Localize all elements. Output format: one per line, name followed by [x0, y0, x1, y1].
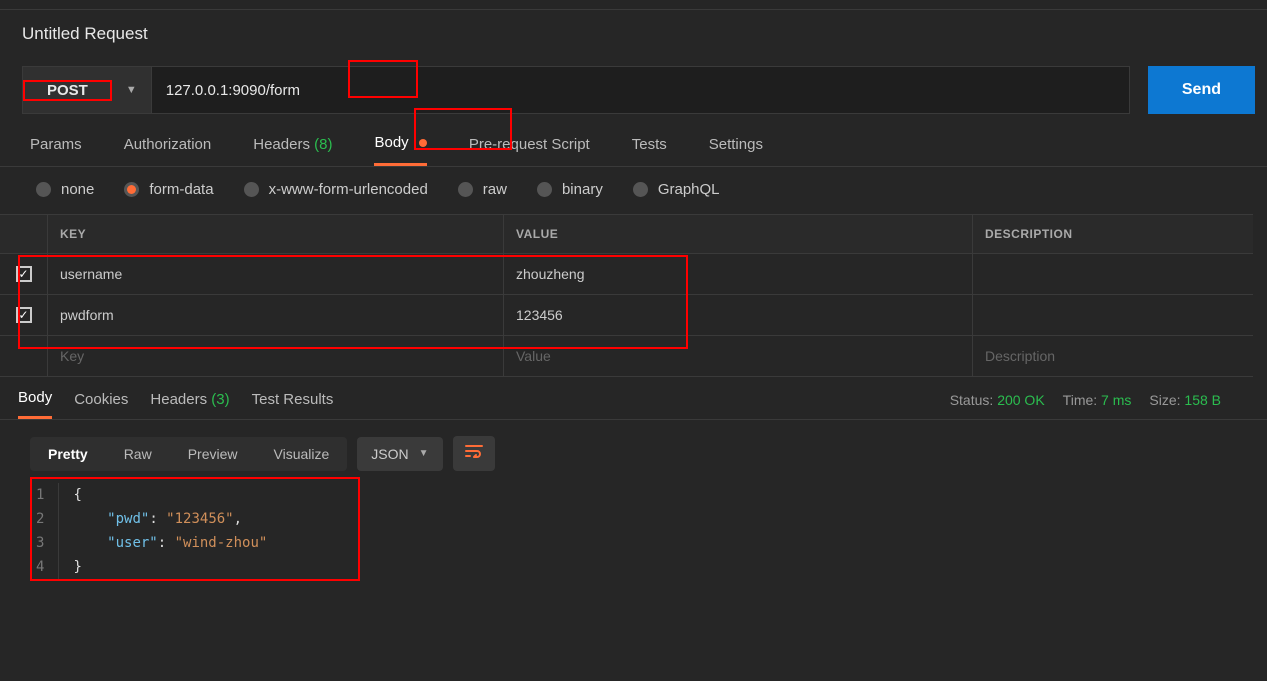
send-button[interactable]: Send [1148, 66, 1255, 114]
url-input[interactable] [152, 67, 1129, 113]
top-tabs-strip [0, 0, 1267, 10]
method-label: POST [23, 80, 112, 101]
chevron-down-icon: ▼ [419, 448, 429, 459]
tab-headers[interactable]: Headers (8) [253, 136, 332, 165]
request-tabs: Params Authorization Headers (8) Body Pr… [0, 114, 1267, 167]
table-placeholder-row: Key Value Description [0, 336, 1253, 377]
response-tabs: Body Cookies Headers (3) Test Results St… [0, 377, 1267, 420]
method-url-bar: POST ▼ [22, 66, 1130, 114]
view-visualize[interactable]: Visualize [256, 437, 348, 471]
body-type-row: none form-data x-www-form-urlencoded raw… [0, 167, 1267, 212]
tab-authorization[interactable]: Authorization [124, 136, 212, 165]
size-label: Size: [1149, 392, 1180, 408]
response-view-row: Pretty Raw Preview Visualize JSON ▼ [0, 420, 1267, 479]
response-body[interactable]: 1234 { "pwd": "123456", "user": "wind-zh… [0, 479, 1267, 579]
cell-desc[interactable] [973, 254, 1253, 294]
ph-desc[interactable]: Description [973, 336, 1253, 376]
params-table: KEY VALUE DESCRIPTION ✓ username zhouzhe… [0, 214, 1253, 377]
response-code: { "pwd": "123456", "user": "wind-zhou" } [59, 483, 267, 579]
time-label: Time: [1063, 392, 1097, 408]
wrap-lines-icon[interactable] [453, 436, 495, 471]
row-checkbox[interactable]: ✓ [16, 266, 32, 282]
col-key: KEY [48, 215, 504, 253]
cell-key[interactable]: username [48, 254, 504, 294]
radio-formdata[interactable]: form-data [124, 181, 213, 198]
radio-binary[interactable]: binary [537, 181, 603, 198]
resp-tab-testresults[interactable]: Test Results [252, 391, 334, 418]
chevron-down-icon: ▼ [112, 84, 151, 96]
ph-value[interactable]: Value [504, 336, 973, 376]
resp-tab-headers-label: Headers [150, 391, 207, 408]
tab-body-label: Body [374, 134, 408, 151]
time-value: 7 ms [1101, 392, 1131, 408]
radio-graphql-label: GraphQL [658, 181, 720, 198]
modified-dot-icon [419, 139, 427, 147]
col-value: VALUE [504, 215, 973, 253]
tab-tests[interactable]: Tests [632, 136, 667, 165]
radio-binary-label: binary [562, 181, 603, 198]
tab-headers-label: Headers [253, 136, 310, 153]
method-select[interactable]: POST ▼ [23, 67, 152, 113]
radio-urlencoded[interactable]: x-www-form-urlencoded [244, 181, 428, 198]
tab-headers-count: (8) [314, 136, 332, 153]
radio-none[interactable]: none [36, 181, 94, 198]
cell-desc[interactable] [973, 295, 1253, 335]
table-row: ✓ pwdform 123456 [0, 295, 1253, 336]
cell-value[interactable]: zhouzheng [504, 254, 973, 294]
radio-urlencoded-label: x-www-form-urlencoded [269, 181, 428, 198]
resp-tab-cookies[interactable]: Cookies [74, 391, 128, 418]
tab-params[interactable]: Params [30, 136, 82, 165]
table-row: ✓ username zhouzheng [0, 254, 1253, 295]
radio-graphql[interactable]: GraphQL [633, 181, 720, 198]
status-value: 200 OK [997, 392, 1044, 408]
line-numbers: 1234 [36, 483, 59, 579]
resp-tab-headers[interactable]: Headers (3) [150, 391, 229, 418]
size-value: 158 B [1184, 392, 1221, 408]
view-raw[interactable]: Raw [106, 437, 170, 471]
format-label: JSON [371, 446, 408, 462]
radio-formdata-label: form-data [149, 181, 213, 198]
view-preview[interactable]: Preview [170, 437, 256, 471]
view-pretty[interactable]: Pretty [30, 437, 106, 471]
format-select[interactable]: JSON ▼ [357, 437, 442, 471]
tab-body[interactable]: Body [374, 134, 426, 166]
radio-none-label: none [61, 181, 94, 198]
tab-settings[interactable]: Settings [709, 136, 763, 165]
radio-raw-label: raw [483, 181, 507, 198]
response-status: Status: 200 OK Time: 7 ms Size: 158 B [950, 392, 1249, 416]
col-desc: DESCRIPTION [973, 215, 1253, 253]
view-mode-group: Pretty Raw Preview Visualize [30, 437, 347, 471]
request-title: Untitled Request [0, 10, 1267, 54]
radio-raw[interactable]: raw [458, 181, 507, 198]
tab-prerequest[interactable]: Pre-request Script [469, 136, 590, 165]
cell-value[interactable]: 123456 [504, 295, 973, 335]
cell-key[interactable]: pwdform [48, 295, 504, 335]
resp-tab-headers-count: (3) [211, 391, 229, 408]
table-header-row: KEY VALUE DESCRIPTION [0, 215, 1253, 254]
ph-key[interactable]: Key [48, 336, 504, 376]
url-row: POST ▼ Send [0, 54, 1267, 114]
resp-tab-body[interactable]: Body [18, 389, 52, 419]
row-checkbox[interactable]: ✓ [16, 307, 32, 323]
status-label: Status: [950, 392, 994, 408]
